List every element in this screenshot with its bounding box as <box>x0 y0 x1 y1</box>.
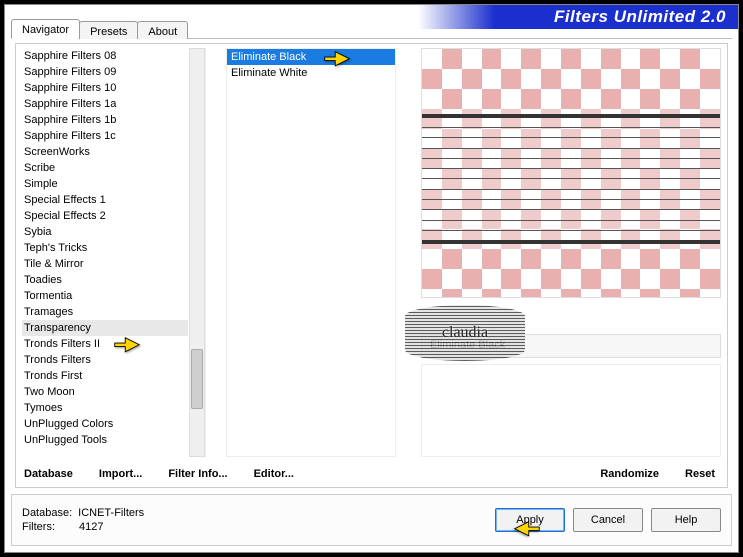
import-button[interactable]: Import... <box>99 468 142 480</box>
database-button[interactable]: Database <box>24 468 73 480</box>
action-button-row: Apply Cancel Help <box>495 508 721 532</box>
category-item[interactable]: Sapphire Filters 1b <box>22 112 188 128</box>
filter-info-button[interactable]: Filter Info... <box>168 468 227 480</box>
category-item[interactable]: Tymoes <box>22 400 188 416</box>
category-item[interactable]: Tramages <box>22 304 188 320</box>
category-item[interactable]: Tormentia <box>22 288 188 304</box>
category-item[interactable]: Sybia <box>22 224 188 240</box>
category-item[interactable]: Sapphire Filters 1a <box>22 96 188 112</box>
category-item[interactable]: Tile & Mirror <box>22 256 188 272</box>
category-item[interactable]: Sapphire Filters 1c <box>22 128 188 144</box>
category-item[interactable]: Sapphire Filters 10 <box>22 80 188 96</box>
category-list[interactable]: Sapphire Filters 08Sapphire Filters 09Sa… <box>22 48 206 457</box>
category-item[interactable]: Sapphire Filters 08 <box>22 48 188 64</box>
filter-list[interactable]: Eliminate BlackEliminate White <box>226 48 396 457</box>
category-item[interactable]: Special Effects 1 <box>22 192 188 208</box>
status-text: Database: ICNET-Filters Filters: 4127 <box>22 506 144 534</box>
category-item[interactable]: Tronds First <box>22 368 188 384</box>
category-item[interactable]: Two Moon <box>22 384 188 400</box>
category-item[interactable]: Toadies <box>22 272 188 288</box>
tab-presets[interactable]: Presets <box>79 21 138 39</box>
editor-button[interactable]: Editor... <box>254 468 294 480</box>
scrollbar-thumb[interactable] <box>191 349 203 409</box>
status-filters-label: Filters: <box>22 521 55 533</box>
category-item[interactable]: Simple <box>22 176 188 192</box>
category-item[interactable]: Tronds Filters II <box>22 336 188 352</box>
status-bar: Database: ICNET-Filters Filters: 4127 Appl… <box>11 494 732 546</box>
app-window: Filters Unlimited 2.0 Navigator Presets … <box>4 4 739 553</box>
category-item[interactable]: ScreenWorks <box>22 144 188 160</box>
category-item[interactable]: UnPlugged Colors <box>22 416 188 432</box>
category-item[interactable]: Transparency <box>22 320 188 336</box>
category-item[interactable]: UnPlugged Tools <box>22 432 188 448</box>
category-item[interactable]: Special Effects 2 <box>22 208 188 224</box>
tab-bar: Navigator Presets About <box>11 19 187 41</box>
category-item[interactable]: Tronds Filters <box>22 352 188 368</box>
preview-lines <box>422 109 720 249</box>
randomize-button[interactable]: Randomize <box>600 468 659 480</box>
category-item[interactable]: Scribe <box>22 160 188 176</box>
status-filters-value: 4127 <box>79 521 103 533</box>
preview-area <box>421 48 721 298</box>
category-item[interactable]: Sapphire Filters 09 <box>22 64 188 80</box>
status-database-value: ICNET-Filters <box>78 507 144 519</box>
status-database-label: Database: <box>22 507 72 519</box>
reset-button[interactable]: Reset <box>685 468 715 480</box>
tab-navigator[interactable]: Navigator <box>11 19 80 39</box>
panel-button-bar: Database Import... Filter Info... Editor… <box>16 461 727 487</box>
title-bar: Filters Unlimited 2.0 <box>418 5 738 29</box>
filter-item[interactable]: Eliminate White <box>227 65 395 81</box>
filter-item[interactable]: Eliminate Black <box>227 49 395 65</box>
apply-button[interactable]: Apply <box>495 508 565 532</box>
help-button[interactable]: Help <box>651 508 721 532</box>
parameter-label: Eliminate Black <box>421 334 721 358</box>
cancel-button[interactable]: Cancel <box>573 508 643 532</box>
parameter-area <box>421 364 721 457</box>
category-scrollbar[interactable] <box>189 48 205 457</box>
tab-about[interactable]: About <box>137 21 188 39</box>
navigator-panel: Sapphire Filters 08Sapphire Filters 09Sa… <box>15 43 728 488</box>
category-item[interactable]: Teph's Tricks <box>22 240 188 256</box>
